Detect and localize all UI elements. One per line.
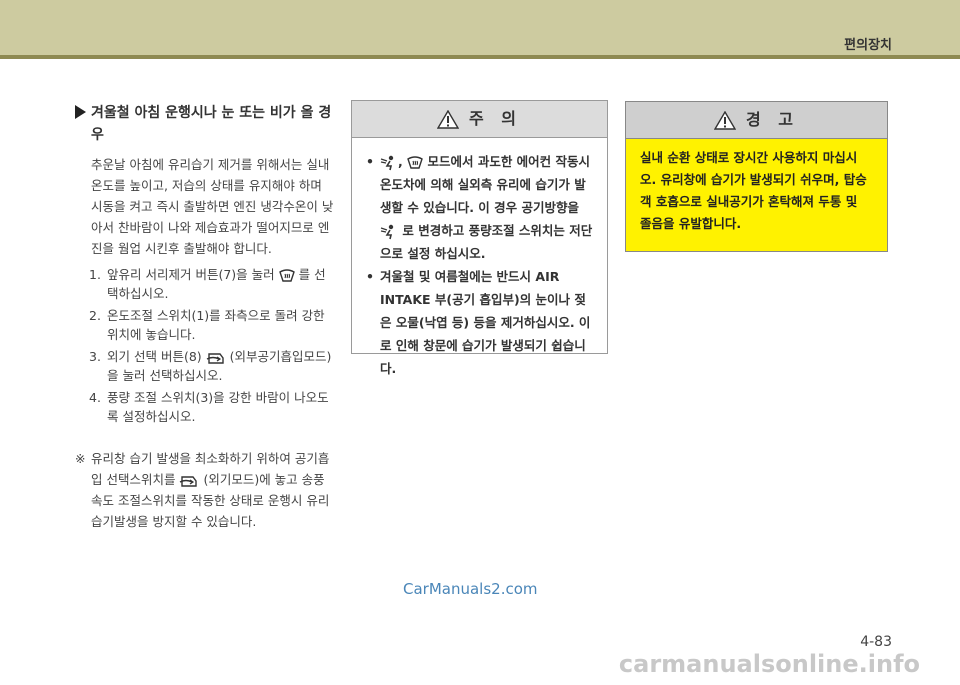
triangle-bullet-icon bbox=[75, 105, 86, 119]
caution-title: 주 의 bbox=[468, 109, 522, 128]
step-number: 2. bbox=[89, 308, 101, 323]
step-text: 온도조절 스위치(1)를 좌측으로 돌려 강한 위치에 놓습니다. bbox=[107, 308, 325, 342]
header-rule bbox=[0, 55, 960, 59]
bullet-dot: • bbox=[366, 154, 374, 169]
defrost-icon bbox=[278, 268, 295, 282]
topic-heading: 겨울철 아침 운행시나 눈 또는 비가 올 경우 bbox=[75, 102, 335, 146]
header-band bbox=[0, 0, 960, 55]
step-4: 4. 풍량 조절 스위치(3)을 강한 바람이 나오도록 설정하십시오. bbox=[75, 388, 335, 426]
warning-triangle-icon bbox=[436, 109, 460, 129]
step-number: 4. bbox=[89, 390, 101, 405]
note-mark: ※ bbox=[75, 451, 86, 466]
warning-box: 경 고 실내 순환 상태로 장시간 사용하지 마십시오. 유리창에 습기가 발생… bbox=[625, 101, 888, 252]
step-1: 1. 앞유리 서리제거 버튼(7)을 눌러 를 선택하십시오. bbox=[75, 265, 335, 303]
warning-title: 경 고 bbox=[745, 110, 799, 129]
step-2: 2. 온도조절 스위치(1)를 좌측으로 돌려 강한 위치에 놓습니다. bbox=[75, 306, 335, 344]
caution-separator: , bbox=[398, 154, 403, 169]
warning-header: 경 고 bbox=[626, 102, 887, 139]
page-number: 4-83 bbox=[860, 634, 892, 650]
fresh-air-icon bbox=[206, 352, 224, 364]
caution-body: • , 모드에서 과도한 에어컨 작동시 온도차에 의해 실외측 유리에 습기가… bbox=[352, 138, 607, 380]
bullet-dot: • bbox=[366, 269, 374, 284]
face-vent-icon bbox=[380, 155, 394, 170]
step-text: 풍량 조절 스위치(3)을 강한 바람이 나오도록 설정하십시오. bbox=[107, 390, 329, 424]
watermark-link[interactable]: CarManuals2.com bbox=[403, 580, 538, 598]
caution-box: 주 의 • , 모드에서 과도한 에어컨 작동시 온도차에 의해 실외측 유리에… bbox=[351, 100, 608, 376]
warning-body: 실내 순환 상태로 장시간 사용하지 마십시오. 유리창에 습기가 발생되기 쉬… bbox=[640, 150, 867, 231]
caution-text-after: 로 변경하고 풍량조절 스위치는 저단으로 설정 하십시오. bbox=[380, 223, 593, 261]
steps-list: 1. 앞유리 서리제거 버튼(7)을 눌러 를 선택하십시오. 2. 온도조절 … bbox=[75, 265, 335, 426]
step-number: 3. bbox=[89, 349, 101, 364]
step-text: 앞유리 서리제거 버튼(7)을 눌러 bbox=[107, 267, 275, 282]
caution-bullet-1: • , 모드에서 과도한 에어컨 작동시 온도차에 의해 실외측 유리에 습기가… bbox=[366, 150, 595, 265]
note-paragraph: ※ 유리창 습기 발생을 최소화하기 위하여 공기흡입 선택스위치를 (외기모드… bbox=[75, 448, 335, 532]
topic-heading-text: 겨울철 아침 운행시나 눈 또는 비가 올 경우 bbox=[91, 105, 332, 143]
caution-header: 주 의 bbox=[352, 101, 607, 138]
intro-paragraph: 추운날 아침에 유리습기 제거를 위해서는 실내온도를 높이고, 저습의 상태를… bbox=[91, 157, 334, 256]
section-title: 편의장치 bbox=[844, 38, 892, 53]
warning-triangle-icon bbox=[713, 110, 737, 130]
defrost-icon bbox=[407, 155, 423, 169]
step-text: 외기 선택 버튼(8) bbox=[107, 349, 202, 364]
left-column: 겨울철 아침 운행시나 눈 또는 비가 올 경우 추운날 아침에 유리습기 제거… bbox=[75, 102, 335, 532]
face-vent-icon bbox=[380, 224, 394, 239]
fresh-air-icon bbox=[180, 475, 198, 487]
footer-watermark: carmanualsonline.info bbox=[618, 650, 920, 678]
caution-bullet-2: • 겨울철 및 여름철에는 반드시 AIR INTAKE 부(공기 흡입부)의 … bbox=[366, 265, 595, 380]
caution-text: 겨울철 및 여름철에는 반드시 AIR INTAKE 부(공기 흡입부)의 눈이… bbox=[380, 269, 591, 376]
step-3: 3. 외기 선택 버튼(8) (외부공기흡입모드)을 눌러 선택하십시오. bbox=[75, 347, 335, 385]
step-number: 1. bbox=[89, 267, 101, 282]
